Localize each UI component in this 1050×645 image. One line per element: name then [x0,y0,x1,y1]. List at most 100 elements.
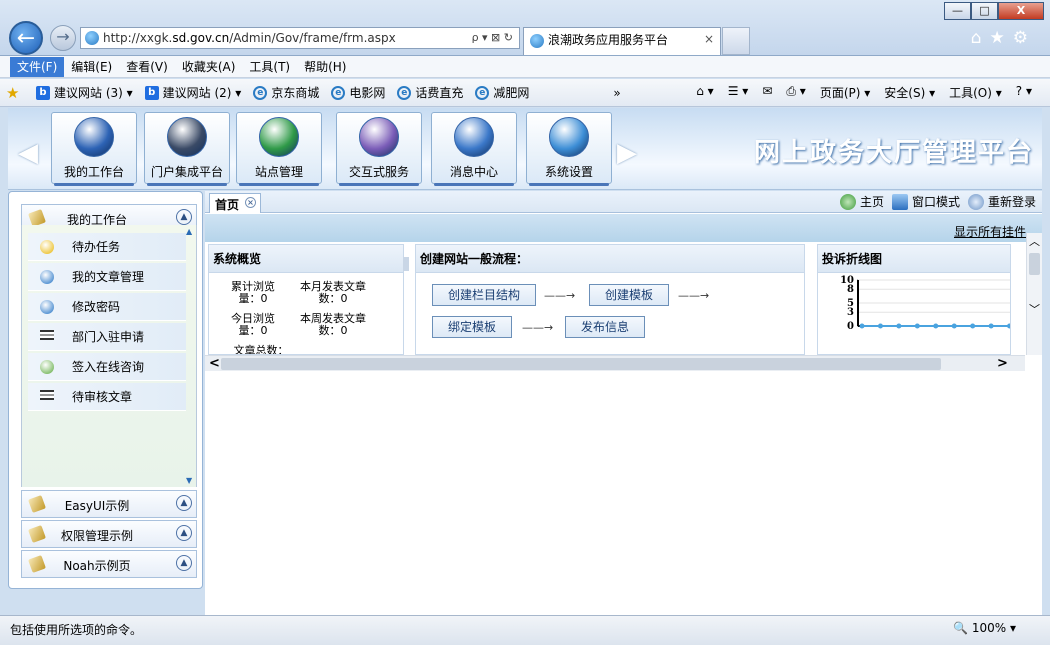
command-item[interactable]: ⎙ ▾ [786,84,805,101]
browser-right-tools[interactable]: ⌂★⚙ [971,28,1036,48]
command-bar: ⌂ ▾ ☰ ▾ ✉ ⎙ ▾ 页面(P) ▾ 安全(S) ▾ 工具(O) ▾ ? ▾ [682,84,1032,101]
create-column-button[interactable]: 创建栏目结构 [432,284,536,306]
nav-group-label: EasyUI示例 [64,499,130,513]
ie-page-icon: e [397,85,412,100]
portlet-splitter[interactable] [403,257,409,271]
home-link-label: 主页 [859,195,884,209]
favorite-link[interactable]: e 电影网 [331,84,385,101]
bind-template-button[interactable]: 绑定模板 [432,316,512,338]
refresh-icon [967,193,984,210]
app-header: ◀ 我的工作台 门户集成平台 站点管理 交互式服务 消息中心 系统设置 ▶ 网上政务大厅管… [8,108,1042,190]
new-tab-button[interactable] [722,27,750,55]
tab-close-icon[interactable]: × [704,32,714,46]
scroll-down-icon[interactable]: ﹀ [1027,301,1042,317]
scroll-right-icon[interactable]: > [997,356,1008,371]
module-button[interactable]: 站点管理 [236,112,322,186]
module-button[interactable]: 门户集成平台 [144,112,230,186]
bing-icon: b [36,85,50,100]
sidebar-item-label: 待办任务 [72,240,121,254]
module-underline [434,183,514,186]
content-vertical-scrollbar[interactable]: ︿ ﹀ [1026,233,1042,355]
collapse-icon[interactable]: ▲ [176,495,192,511]
menu-item-3[interactable]: 收藏夹(A) [175,57,243,77]
sidebar-item[interactable]: 部门入驻申请 [28,323,186,351]
content-horizontal-scrollbar[interactable]: < > [205,355,1025,371]
module-button[interactable]: 系统设置 [526,112,612,186]
address-controls[interactable]: ρ ▾ ⊠ ↻ [472,28,513,48]
vscroll-thumb[interactable] [1029,253,1040,275]
show-all-widgets-link[interactable]: 显示所有挂件 [954,223,1026,240]
scroll-up-icon[interactable]: ︿ [1027,233,1042,249]
tab-home[interactable]: 首页 × [209,193,261,213]
nav-group[interactable]: EasyUI示例 ▲ [21,490,197,518]
menu-item-4[interactable]: 工具(T) [242,57,297,77]
modules-prev-icon[interactable]: ◀ [18,138,38,168]
minimize-button[interactable]: — [944,2,971,20]
scroll-left-icon[interactable]: < [209,356,220,371]
relogin-link[interactable]: 重新登录 [967,193,1036,210]
complaint-line-chart: 035810 [840,275,1010,332]
module-button[interactable]: 交互式服务 [336,112,422,186]
menu-item-0[interactable]: 文件(F) [10,56,65,77]
overview-title: 系统概览 [209,245,403,273]
sidebar-item[interactable]: 待办任务 [28,233,186,261]
command-item[interactable]: 页面(P) ▾ [820,84,870,101]
menu-item-2[interactable]: 查看(V) [119,57,175,77]
data-point [859,323,865,329]
module-button[interactable]: 我的工作台 [51,112,137,186]
module-icon [359,117,399,157]
favorites-more-icon[interactable]: » [613,86,620,100]
back-button[interactable]: ← [9,21,43,55]
ie-page-icon: e [331,85,346,100]
publish-info-button[interactable]: 发布信息 [565,316,645,338]
scroll-up-icon[interactable]: ▲ [186,227,194,236]
menu-item-1[interactable]: 编辑(E) [64,57,119,77]
tab-home-close-icon[interactable]: × [245,197,256,208]
module-button[interactable]: 消息中心 [431,112,517,186]
nav-group[interactable]: 权限管理示例 ▲ [21,520,197,548]
collapse-icon[interactable]: ▲ [176,209,192,225]
window-controls: — □ X [944,2,1044,20]
close-window-button[interactable]: X [998,2,1044,20]
command-item[interactable]: 工具(O) ▾ [949,84,1002,101]
scroll-down-icon[interactable]: ▼ [186,476,194,485]
flow-portlet: 创建网站一般流程： 创建栏目结构 ——→ 创建模板 ——→ 绑定模板 ——→ 发… [415,244,805,355]
window-mode-link[interactable]: 窗口模式 [891,193,960,210]
sidebar-item[interactable]: 修改密码 [28,293,186,321]
sidebar-item[interactable]: 待审核文章 [28,383,186,411]
command-item[interactable]: ? ▾ [1016,84,1032,101]
favorite-link[interactable]: b 建议网站 (3) ▾ [36,84,133,101]
hscroll-thumb[interactable] [221,358,941,370]
favorite-link[interactable]: e 减肥网 [475,84,529,101]
nav-item-list: ▲ ▼ 待办任务我的文章管理 修改密码 部门入驻申请签入在线咨询待审核文章 [21,225,197,487]
maximize-button[interactable]: □ [971,2,998,20]
command-item[interactable]: ✉ [762,84,772,101]
favorite-link[interactable]: e 话费直充 [397,84,463,101]
nav-group[interactable]: Noah示例页 ▲ [21,550,197,578]
complaint-chart-portlet: 投诉折线图 0 3 5 8 10 [817,244,1011,355]
flow-arrow: ——→ [544,289,576,302]
command-item[interactable]: ☰ ▾ [728,84,749,101]
sidebar-item-label: 签入在线咨询 [72,360,145,374]
browser-tab[interactable]: 浪潮政务应用服务平台 × [523,27,721,55]
home-link[interactable]: 主页 [839,193,884,210]
favorites-star-icon: ★ [6,83,20,102]
modules-next-icon[interactable]: ▶ [617,138,637,168]
forward-button[interactable]: → [50,25,76,51]
create-template-button[interactable]: 创建模板 [589,284,669,306]
command-item[interactable]: 安全(S) ▾ [884,84,935,101]
zoom-control[interactable]: 🔍 100% ▾ [953,621,1016,635]
address-bar[interactable]: http://xxgk.sd.gov.cn/Admin/Gov/frame/fr… [80,27,520,49]
collapse-icon[interactable]: ▲ [176,555,192,571]
collapse-icon[interactable]: ▲ [176,525,192,541]
data-point [877,323,883,329]
command-item[interactable]: ⌂ ▾ [696,84,713,101]
sidebar-item[interactable]: 签入在线咨询 [28,353,186,381]
menu-item-5[interactable]: 帮助(H) [297,57,353,77]
sidebar-item[interactable]: 我的文章管理 [28,263,186,291]
overview-portlet: 系统概览 累计浏览量：0 本月发表文章数：0 今日浏览量：0 本周发表文章数：0… [208,244,404,355]
favorites-star[interactable]: ★ [6,83,26,102]
favorite-link[interactable]: e 京东商城 [253,84,319,101]
favorite-link[interactable]: b 建议网站 (2) ▾ [144,84,241,101]
data-point [933,323,939,329]
